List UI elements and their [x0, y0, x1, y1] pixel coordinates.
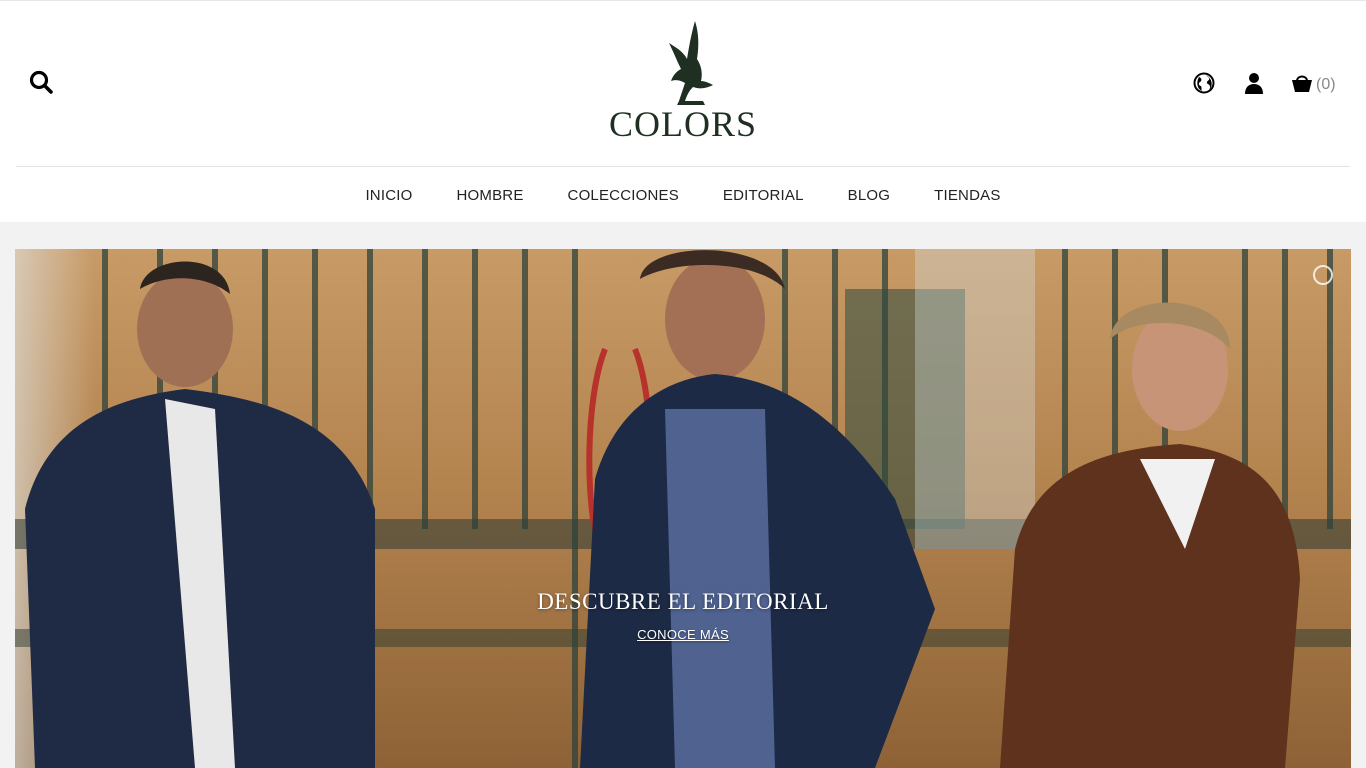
cart-count: (0) [1316, 76, 1336, 93]
slider-indicator[interactable] [1313, 265, 1333, 285]
hero-title: DESCUBRE EL EDITORIAL [537, 589, 829, 614]
brand-logo[interactable]: COLORS [603, 17, 763, 147]
nav-item-hombre[interactable]: HOMBRE [434, 187, 545, 204]
hero-cta-link[interactable]: CONOCE MÁS [637, 627, 729, 642]
search-icon [29, 70, 53, 94]
language-button[interactable] [1191, 70, 1217, 96]
site-header: COLORS (0) INICIO HOMBRE COLECCIONES EDI… [0, 0, 1366, 222]
nav-item-inicio[interactable]: INICIO [343, 187, 434, 204]
search-button[interactable] [26, 67, 56, 97]
nav-item-tiendas[interactable]: TIENDAS [912, 187, 1022, 204]
hero-caption: DESCUBRE EL EDITORIAL CONOCE MÁS [15, 589, 1351, 644]
account-button[interactable] [1241, 70, 1267, 96]
user-icon [1245, 73, 1263, 94]
nav-item-editorial[interactable]: EDITORIAL [701, 187, 826, 204]
nav-item-blog[interactable]: BLOG [826, 187, 912, 204]
goose-logo-icon [669, 21, 713, 105]
hero-image [15, 249, 1351, 768]
globe-icon [1193, 72, 1215, 94]
nav-item-colecciones[interactable]: COLECCIONES [546, 187, 701, 204]
cart-button[interactable]: (0) [1291, 69, 1341, 97]
main-nav: INICIO HOMBRE COLECCIONES EDITORIAL BLOG… [0, 167, 1366, 223]
hero-banner[interactable]: DESCUBRE EL EDITORIAL CONOCE MÁS [15, 249, 1351, 768]
brand-name: COLORS [608, 104, 758, 144]
basket-icon [1292, 75, 1312, 92]
